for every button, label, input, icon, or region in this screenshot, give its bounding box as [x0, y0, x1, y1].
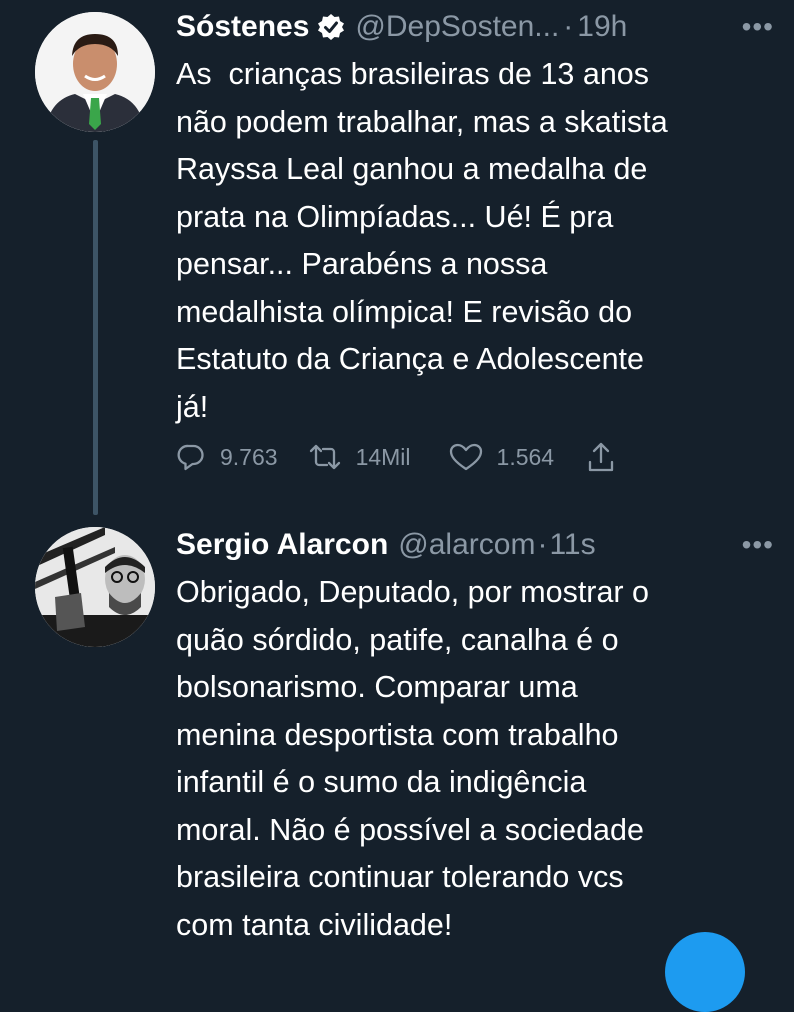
- avatar[interactable]: [35, 12, 155, 132]
- tweet-header: Sergio Alarcon @alarcom · 11s •••: [176, 525, 774, 565]
- tweet-text: Obrigado, Deputado, por mostrar o quão s…: [176, 575, 650, 942]
- action-bar: 9.763 14Mil 1.564: [176, 437, 616, 477]
- more-dots-icon[interactable]: •••: [742, 529, 774, 561]
- avatar[interactable]: [35, 527, 155, 647]
- verified-badge-icon: [317, 13, 345, 41]
- author-name[interactable]: Sergio Alarcon: [176, 528, 388, 562]
- avatar-photo: [35, 12, 155, 132]
- timestamp[interactable]: 11s: [549, 528, 595, 562]
- like-button[interactable]: 1.564: [449, 442, 555, 472]
- heart-icon: [449, 443, 482, 471]
- tweet-header: Sóstenes @DepSosten... · 19h •••: [176, 7, 774, 47]
- separator-dot: ·: [537, 528, 548, 561]
- timestamp[interactable]: 19h: [577, 10, 627, 44]
- author-handle[interactable]: @alarcom: [398, 528, 535, 562]
- author-name[interactable]: Sóstenes: [176, 10, 309, 44]
- like-count: 1.564: [496, 443, 555, 470]
- author-handle[interactable]: @DepSosten...: [355, 10, 559, 44]
- reply-button[interactable]: 9.763: [176, 442, 278, 472]
- compose-tweet-button[interactable]: [665, 932, 745, 1012]
- reply-icon: [177, 444, 204, 471]
- share-icon: [588, 442, 614, 472]
- avatar-photo: [35, 527, 155, 647]
- more-dots-icon[interactable]: •••: [742, 11, 774, 43]
- retweet-count: 14Mil: [355, 443, 411, 470]
- share-button[interactable]: [586, 440, 616, 474]
- reply-count: 9.763: [220, 443, 278, 470]
- retweet-icon: [309, 444, 340, 470]
- thread-line: [93, 140, 98, 515]
- tweet-text: As crianças brasileiras de 13 anos não p…: [176, 57, 668, 424]
- separator-dot: ·: [563, 10, 574, 43]
- retweet-button[interactable]: 14Mil: [308, 442, 411, 472]
